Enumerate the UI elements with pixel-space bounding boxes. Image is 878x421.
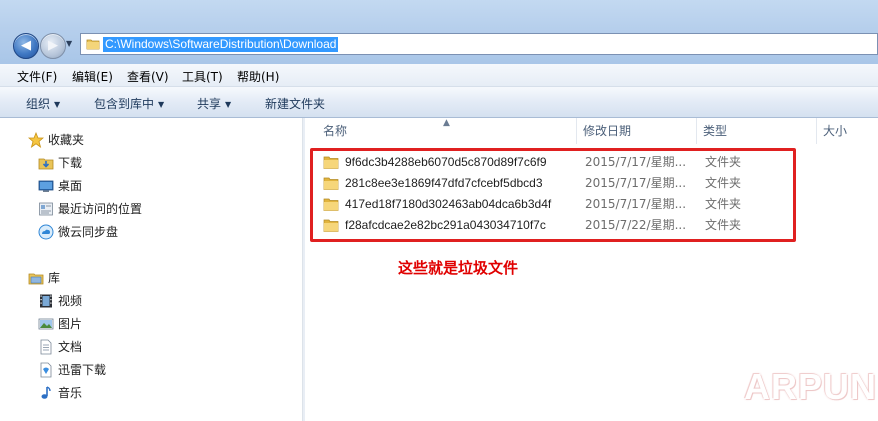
nav-item-label: 下载 [58, 156, 83, 170]
chevron-down-icon: ▼ [225, 100, 232, 109]
desktop-icon [38, 180, 54, 192]
back-arrow-icon: ◀ [21, 38, 31, 53]
annotation-text: 这些就是垃圾文件 [398, 259, 519, 277]
column-header-size[interactable]: 大小 [817, 118, 878, 144]
xunlei-icon [40, 362, 52, 378]
back-button[interactable]: ◀ [13, 33, 39, 59]
share-button[interactable]: 共享 ▼ [197, 95, 231, 112]
forward-button[interactable]: ▶ [40, 33, 66, 59]
nav-item-label: 视频 [58, 294, 83, 308]
column-header-modified[interactable]: 修改日期 [577, 118, 697, 144]
menu-tools[interactable]: 工具(T) [182, 68, 223, 85]
music-icon [41, 386, 51, 399]
nav-item-label: 最近访问的位置 [58, 202, 143, 216]
nav-item-label: 音乐 [58, 386, 83, 400]
nav-item-label: 文档 [58, 340, 83, 354]
column-header-name[interactable]: 名称 [317, 118, 577, 144]
document-icon [40, 339, 52, 355]
include-in-library-label: 包含到库中 [94, 97, 155, 111]
navigation-pane: 收藏夹 下载 桌面 最近访问的位置 微云同步盘 库 视频 图片 文档 迅雷下载 … [0, 118, 302, 421]
chevron-down-icon: ▼ [158, 100, 165, 109]
forward-arrow-icon: ▶ [48, 38, 58, 53]
column-header-type[interactable]: 类型 [697, 118, 817, 144]
menu-view[interactable]: 查看(V) [127, 68, 169, 85]
window-titlebar: ◀ ▶ ▼ C:\Windows\SoftwareDistribution\Do… [0, 0, 878, 64]
nav-favorites-label: 收藏夹 [48, 133, 85, 147]
highlight-box [310, 148, 796, 242]
organize-button[interactable]: 组织 ▼ [26, 95, 60, 112]
library-icon [28, 273, 44, 285]
menu-help[interactable]: 帮助(H) [237, 68, 279, 85]
picture-icon [38, 318, 54, 330]
weiyun-icon [38, 224, 54, 240]
video-icon [40, 294, 52, 308]
address-bar[interactable]: C:\Windows\SoftwareDistribution\Download [80, 33, 878, 55]
menu-file[interactable]: 文件(F) [17, 68, 57, 85]
nav-item-label: 图片 [58, 317, 83, 331]
recent-places-icon [39, 202, 53, 216]
new-folder-button[interactable]: 新建文件夹 [265, 95, 325, 112]
nav-item-label: 迅雷下载 [58, 363, 107, 377]
nav-libraries-label: 库 [48, 271, 61, 285]
address-path[interactable]: C:\Windows\SoftwareDistribution\Download [103, 37, 339, 52]
include-in-library-button[interactable]: 包含到库中 ▼ [94, 95, 164, 112]
history-dropdown-icon[interactable]: ▼ [66, 39, 72, 48]
watermark-logo: ARPUN [744, 366, 878, 407]
nav-item-label: 微云同步盘 [58, 225, 119, 239]
star-icon [28, 132, 44, 148]
share-label: 共享 [197, 97, 222, 111]
chevron-down-icon: ▼ [54, 100, 61, 109]
organize-label: 组织 [26, 97, 51, 111]
command-bar: 组织 ▼ 包含到库中 ▼ 共享 ▼ 新建文件夹 [0, 87, 878, 118]
nav-item-label: 桌面 [58, 179, 83, 193]
menu-edit[interactable]: 编辑(E) [72, 68, 113, 85]
folder-icon [86, 39, 100, 50]
download-folder-icon [38, 158, 54, 170]
menu-bar: 文件(F) 编辑(E) 查看(V) 工具(T) 帮助(H) [0, 64, 878, 87]
